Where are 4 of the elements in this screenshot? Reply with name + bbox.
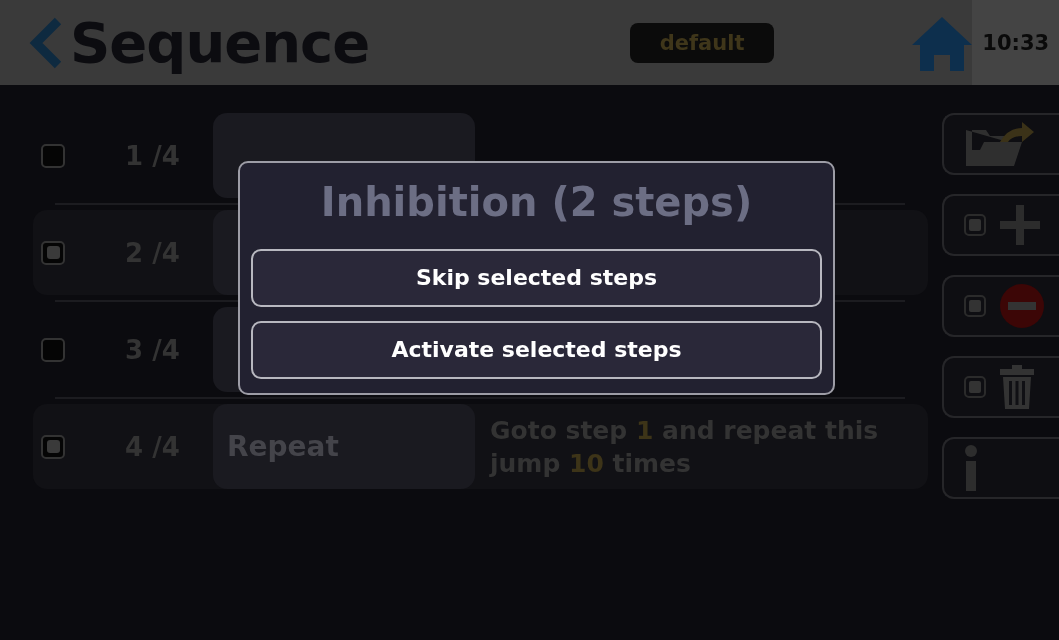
dialog-title: Inhibition (2 steps)	[320, 179, 753, 227]
clock-time: 10:33	[972, 0, 1059, 85]
dialog-option-button[interactable]: Activate selected steps	[251, 320, 822, 379]
dialog-option-button[interactable]: Skip selected steps	[251, 248, 822, 307]
